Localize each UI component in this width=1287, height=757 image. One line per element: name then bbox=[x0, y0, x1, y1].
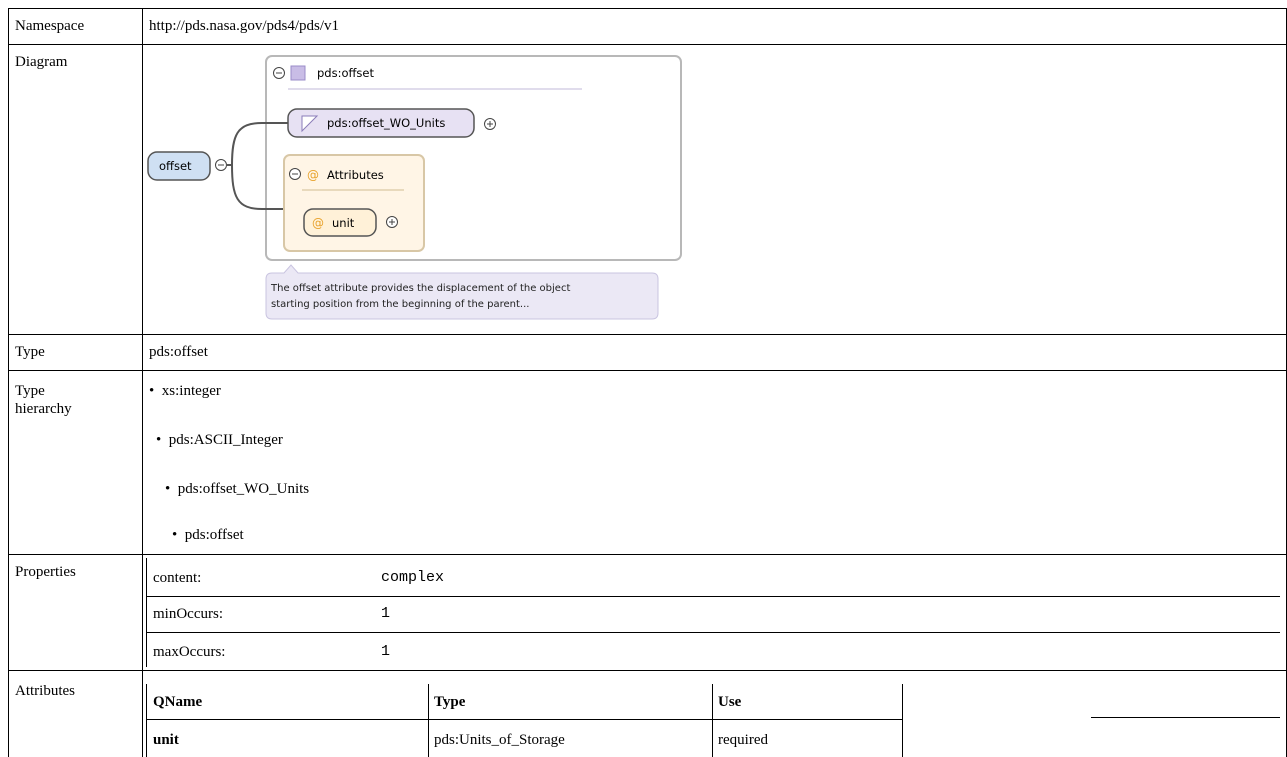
attribute-name: unit bbox=[332, 216, 355, 230]
property-key: maxOccurs: bbox=[153, 644, 226, 660]
attributes-group-label: Attributes bbox=[327, 168, 384, 182]
property-key: minOccurs: bbox=[153, 606, 223, 622]
row-divider bbox=[8, 554, 1287, 555]
namespace-value: http://pds.nasa.gov/pds4/pds/v1 bbox=[149, 18, 340, 34]
attributes-header-divider bbox=[1091, 717, 1280, 718]
row-divider bbox=[8, 670, 1287, 671]
properties-label: Properties bbox=[15, 564, 76, 580]
type-value[interactable]: pds:offset bbox=[149, 343, 208, 361]
attribute-use: required bbox=[718, 732, 768, 748]
hierarchy-item: • pds:offset_WO_Units bbox=[165, 481, 310, 497]
attributes-column-divider bbox=[902, 684, 903, 757]
type-hierarchy-label-line1: Type bbox=[15, 383, 45, 399]
at-icon: @ bbox=[312, 216, 324, 230]
namespace-label: Namespace bbox=[15, 18, 85, 34]
attributes-label: Attributes bbox=[15, 683, 75, 699]
attributes-header-qname: QName bbox=[153, 694, 203, 710]
row-divider bbox=[8, 334, 1287, 335]
annotation-line-1: The offset attribute provides the displa… bbox=[270, 283, 570, 294]
hierarchy-item: • pds:offset bbox=[172, 527, 244, 543]
at-icon: @ bbox=[307, 168, 319, 182]
inner-table-border bbox=[146, 558, 147, 667]
type-hierarchy-label-line2: hierarchy bbox=[15, 401, 72, 417]
attributes-header-type: Type bbox=[434, 694, 466, 710]
property-key: content: bbox=[153, 570, 202, 586]
diagram-label: Diagram bbox=[15, 54, 68, 70]
properties-row-divider bbox=[146, 596, 1280, 597]
hierarchy-item: • pds:ASCII_Integer bbox=[156, 432, 283, 448]
attribute-type[interactable]: pds:Units_of_Storage bbox=[434, 731, 565, 749]
base-type-name: pds:offset_WO_Units bbox=[327, 116, 445, 130]
attributes-header-use: Use bbox=[718, 694, 742, 710]
hierarchy-item-label[interactable]: pds:offset_WO_Units bbox=[178, 481, 309, 497]
annotation-line-2: starting position from the beginning of … bbox=[271, 299, 529, 310]
attributes-table-border bbox=[146, 684, 147, 757]
table-left-border bbox=[8, 8, 9, 757]
hierarchy-item-label[interactable]: xs:integer bbox=[162, 383, 221, 399]
schema-diagram: pds:offset pds:offset_WO_Units @ Attribu… bbox=[147, 55, 682, 320]
complex-type-name: pds:offset bbox=[317, 66, 374, 80]
hierarchy-item-label[interactable]: pds:ASCII_Integer bbox=[169, 432, 283, 448]
attributes-column-divider bbox=[712, 684, 713, 757]
attributes-column-divider bbox=[428, 684, 429, 757]
hierarchy-item: • xs:integer bbox=[149, 383, 221, 399]
hierarchy-item-label: pds:offset bbox=[184, 527, 244, 543]
table-top-border bbox=[8, 8, 1287, 9]
property-value: 1 bbox=[381, 643, 391, 660]
type-label: Type bbox=[15, 344, 45, 360]
attribute-qname[interactable]: unit bbox=[153, 731, 179, 749]
element-name: offset bbox=[159, 159, 192, 173]
property-value: complex bbox=[381, 569, 445, 586]
row-divider bbox=[8, 370, 1287, 371]
property-value: 1 bbox=[381, 605, 391, 622]
properties-row-divider bbox=[146, 632, 1280, 633]
attributes-header-divider bbox=[146, 719, 903, 720]
complex-type-icon bbox=[290, 65, 306, 81]
